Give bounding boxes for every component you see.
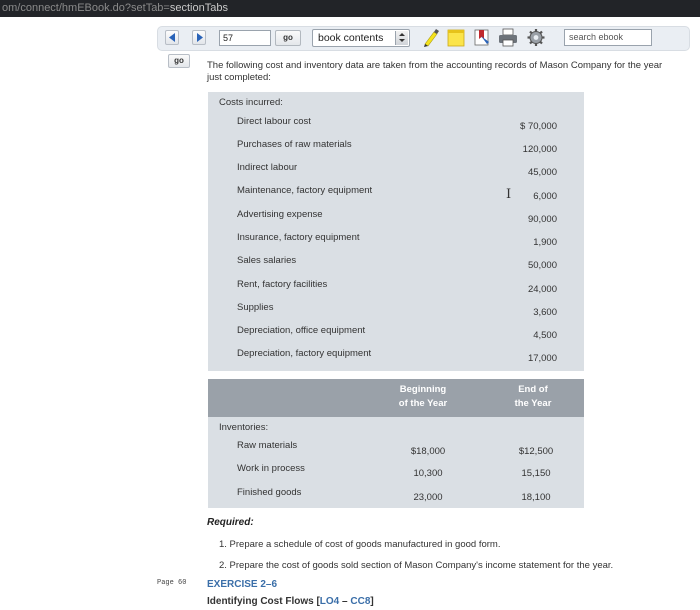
exercise-title: EXERCISE 2–6 [207, 579, 278, 590]
search-ebook-input[interactable]: search ebook [564, 29, 652, 46]
inventory-beginning-value: 10,300 [413, 468, 443, 479]
cost-row-value: 6,000 [533, 191, 557, 202]
lo4-link[interactable]: LO4 [320, 596, 339, 607]
cost-row-value: 120,000 [522, 144, 557, 155]
header-line: Beginning [399, 384, 447, 395]
print-button[interactable] [498, 27, 518, 48]
page-number-label: Page 60 [157, 579, 187, 587]
cost-row-value: 50,000 [527, 260, 557, 271]
inventory-beginning-value: 23,000 [413, 492, 443, 503]
cost-row-value: 90,000 [527, 214, 557, 225]
highlighter-icon [424, 29, 439, 47]
inventory-row-label: Finished goods [237, 487, 302, 498]
sticky-note-icon [447, 29, 465, 47]
inventory-end-value: 18,100 [521, 492, 551, 503]
cost-row-label: Advertising expense [237, 209, 323, 220]
cost-row-value: 3,600 [533, 307, 557, 318]
address-bar[interactable]: om/connect/hmEBook.do?setTab=sectionTabs [0, 0, 700, 17]
cost-row-label: Sales salaries [237, 255, 297, 266]
inventory-end-value: 15,150 [521, 468, 551, 479]
exercise-subtitle: Identifying Cost Flows [207, 596, 314, 607]
side-go-button[interactable]: go [168, 54, 190, 68]
cost-row-label: Supplies [237, 302, 274, 313]
problem-intro: The following cost and inventory data ar… [207, 60, 663, 83]
cost-row-value: 1,900 [533, 237, 557, 248]
bookmark-button[interactable] [472, 27, 492, 48]
book-contents-label: book contents [318, 32, 384, 44]
inventory-beginning-value: $18,000 [410, 446, 446, 457]
close-bracket: ] [370, 596, 374, 607]
inventory-row-label: Work in process [237, 463, 305, 474]
url-prefix: om/connect/hmEBook.do?setTab= [2, 2, 170, 14]
go-button[interactable]: go [275, 30, 301, 46]
text-cursor-icon: I [506, 187, 512, 202]
cost-row-label: Purchases of raw materials [237, 139, 352, 150]
inventories-heading: Inventories: [219, 422, 269, 433]
cost-row-value: $ 70,000 [520, 121, 557, 132]
cost-row-label: Rent, factory facilities [237, 279, 328, 290]
required-heading: Required: [207, 517, 254, 528]
page-number-input[interactable]: 57 [219, 30, 271, 46]
inventory-row-label: Raw materials [237, 440, 298, 451]
prev-arrow-icon [169, 33, 175, 42]
cost-row-label: Depreciation, factory equipment [237, 348, 372, 359]
url-suffix: sectionTabs [169, 2, 228, 14]
cost-row-label: Maintenance, factory equipment [237, 185, 373, 196]
end-of-year-header: End of the Year [498, 383, 568, 411]
inventories-header: Beginning of the Year End of the Year [208, 379, 584, 417]
cost-row-label: Insurance, factory equipment [237, 232, 360, 243]
cost-row-value: 45,000 [527, 167, 557, 178]
print-icon [499, 28, 517, 47]
cost-row-value: 4,500 [533, 330, 557, 341]
header-line: End of [518, 384, 548, 395]
bookmark-icon [474, 29, 489, 46]
exercise-subtitle-line: Identifying Cost Flows [LO4 – CC8] [207, 596, 374, 607]
next-arrow-icon [197, 33, 203, 42]
sticky-note-button[interactable] [446, 27, 466, 48]
highlighter-button[interactable] [421, 27, 441, 48]
updown-arrow-icon [395, 31, 408, 45]
costs-heading: Costs incurred: [219, 97, 283, 108]
cost-row-label: Direct labour cost [237, 116, 311, 127]
dash-separator: – [339, 596, 351, 607]
cost-row-label: Depreciation, office equipment [237, 325, 366, 336]
header-line: of the Year [398, 398, 448, 409]
settings-gear-icon [527, 29, 545, 46]
beginning-of-year-header: Beginning of the Year [388, 383, 458, 411]
next-page-button[interactable] [192, 30, 206, 45]
required-item: 2. Prepare the cost of goods sold sectio… [219, 560, 614, 571]
header-line: the Year [514, 398, 552, 409]
cc8-link[interactable]: CC8 [350, 596, 370, 607]
cost-row-value: 17,000 [527, 353, 557, 364]
previous-page-button[interactable] [165, 30, 179, 45]
required-item: 1. Prepare a schedule of cost of goods m… [219, 539, 501, 550]
inventory-end-value: $12,500 [518, 446, 554, 457]
cost-row-value: 24,000 [527, 284, 557, 295]
book-contents-select[interactable]: book contents [312, 29, 410, 47]
cost-row-label: Indirect labour [237, 162, 298, 173]
settings-button[interactable] [526, 27, 546, 48]
